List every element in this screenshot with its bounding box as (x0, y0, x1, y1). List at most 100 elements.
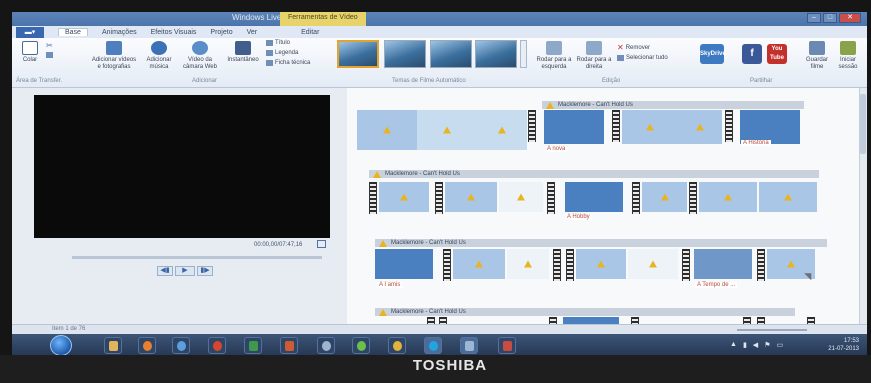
rotate-left-button[interactable]: Rodar para a esquerda (535, 41, 573, 71)
youtube-button[interactable]: You Tube (767, 44, 787, 64)
warning-icon (597, 260, 605, 268)
music-track[interactable]: Macklemore - Can't Hold Us (375, 239, 827, 247)
browser-icon[interactable] (208, 337, 226, 354)
chat-icon[interactable] (352, 337, 370, 354)
credits-button[interactable]: Ficha técnica (266, 60, 310, 66)
clip-thumbnail[interactable] (375, 249, 433, 279)
maximize-button[interactable]: □ (823, 13, 837, 23)
chrome-icon[interactable] (388, 337, 406, 354)
clip-thumbnail[interactable] (507, 249, 549, 279)
play-icon[interactable]: ▶ (175, 266, 195, 276)
storyboard-scrollbar[interactable] (859, 88, 867, 338)
clip-thumbnail[interactable] (563, 317, 619, 324)
show-hidden-icons-icon[interactable]: ▲ (730, 341, 737, 349)
theme-thumbnail-2[interactable] (384, 40, 426, 68)
file-menu-button[interactable]: ▬▾ (16, 26, 44, 38)
film-strip-icon (682, 249, 690, 281)
clip-thumbnail[interactable] (699, 182, 757, 212)
add-videos-button[interactable]: Adicionar vídeos e fotografias (90, 41, 138, 71)
add-music-button[interactable]: Adicionar música (142, 41, 176, 71)
clip-thumbnail[interactable] (453, 249, 505, 279)
previous-frame-icon[interactable]: ◀▮ (157, 266, 173, 276)
tab-visual-effects[interactable]: Efeitos Visuais (151, 29, 197, 36)
clip-thumbnail[interactable] (622, 110, 677, 144)
save-movie-button[interactable]: Guardar filme (804, 41, 830, 71)
scrollbar-thumb[interactable] (860, 94, 866, 154)
storyboard: Macklemore - Can't Hold Us A nova A Hist… (347, 88, 867, 338)
clip-caption[interactable]: A Tempo de ... (695, 282, 738, 288)
flag-icon[interactable]: ⚑ (764, 341, 770, 349)
select-all-label: Selecionar tudo (626, 55, 668, 61)
clip-thumbnail[interactable] (357, 110, 417, 150)
rotate-right-button[interactable]: Rodar para a direita (575, 41, 613, 71)
sign-in-button[interactable]: Iniciar sessão (834, 41, 862, 71)
select-all-button[interactable]: Selecionar tudo (617, 55, 668, 61)
tab-view[interactable]: Ver (247, 29, 258, 36)
clip-thumbnail[interactable] (740, 110, 800, 144)
music-track[interactable]: Macklemore - Can't Hold Us (542, 101, 804, 109)
clip-caption[interactable]: A História (741, 140, 771, 146)
minimize-button[interactable]: – (807, 13, 821, 23)
clip-thumbnail[interactable] (628, 249, 678, 279)
clip-thumbnail[interactable] (759, 182, 817, 212)
seek-bar[interactable] (72, 256, 322, 259)
spreadsheet-icon[interactable] (244, 337, 262, 354)
caption-button[interactable]: Legenda (266, 50, 298, 56)
clip-thumbnail[interactable] (417, 110, 477, 150)
video-preview[interactable] (34, 95, 330, 238)
film-strip-icon (566, 249, 574, 281)
media-player-icon[interactable] (138, 337, 156, 354)
clip-thumbnail[interactable] (677, 110, 722, 144)
webcam-button[interactable]: Vídeo da câmara Web (182, 41, 218, 71)
paint-icon[interactable] (498, 337, 516, 354)
volume-icon[interactable]: ◀ (753, 341, 758, 349)
clock[interactable]: 17:53 21-07-2013 (828, 337, 859, 353)
clip-caption[interactable]: A I amis (377, 282, 403, 288)
cut-icon[interactable]: ✂ (46, 41, 53, 50)
tab-home[interactable]: Base (58, 28, 88, 36)
close-button[interactable]: ✕ (839, 13, 861, 23)
remove-button[interactable]: ✕ Remover (617, 43, 650, 52)
skype-icon[interactable] (424, 337, 442, 354)
fullscreen-icon[interactable] (317, 240, 326, 248)
clip-thumbnail[interactable] (379, 182, 429, 212)
theme-thumbnail-1[interactable] (337, 40, 379, 68)
snapshot-button[interactable]: Instantâneo (224, 41, 262, 64)
warning-icon (660, 193, 669, 201)
music-track[interactable]: Macklemore - Can't Hold Us (369, 170, 819, 178)
skydrive-button[interactable]: SkyDrive (700, 44, 726, 64)
clip-thumbnail[interactable] (642, 182, 687, 212)
facebook-button[interactable]: f (742, 44, 762, 64)
themes-scroll-button[interactable] (520, 40, 527, 68)
paste-button[interactable]: Colar (18, 41, 42, 64)
copy-icon[interactable] (46, 52, 53, 58)
video-tools-context-tab[interactable]: Ferramentas de Vídeo (280, 12, 366, 26)
start-button[interactable] (50, 335, 72, 356)
power-icon[interactable]: ▭ (776, 341, 783, 349)
presentation-icon[interactable] (280, 337, 298, 354)
clip-thumbnail[interactable] (576, 249, 626, 279)
tab-edit[interactable]: Editar (301, 29, 319, 36)
clip-caption[interactable]: A nova (545, 146, 568, 152)
clock-icon[interactable] (317, 337, 335, 354)
clip-thumbnail[interactable] (565, 182, 623, 212)
explorer-icon[interactable] (104, 337, 122, 354)
zoom-slider[interactable] (737, 329, 807, 331)
tab-project[interactable]: Projeto (210, 29, 232, 36)
clip-thumbnail[interactable] (499, 182, 543, 212)
clip-caption[interactable]: A Hobby (565, 214, 592, 220)
tab-animations[interactable]: Animações (102, 29, 137, 36)
globe-icon[interactable] (172, 337, 190, 354)
theme-thumbnail-3[interactable] (430, 40, 472, 68)
clip-thumbnail[interactable] (477, 110, 527, 150)
clip-thumbnail[interactable] (694, 249, 752, 279)
clip-thumbnail[interactable] (445, 182, 497, 212)
movie-maker-icon[interactable] (460, 337, 478, 354)
network-icon[interactable]: ▮ (743, 341, 747, 349)
select-all-icon (617, 55, 624, 61)
title-button[interactable]: Título (266, 40, 290, 46)
music-track[interactable]: Macklemore - Can't Hold Us (375, 308, 795, 316)
next-frame-icon[interactable]: ▮▶ (197, 266, 213, 276)
theme-thumbnail-4[interactable] (475, 40, 517, 68)
clip-thumbnail[interactable] (544, 110, 604, 144)
